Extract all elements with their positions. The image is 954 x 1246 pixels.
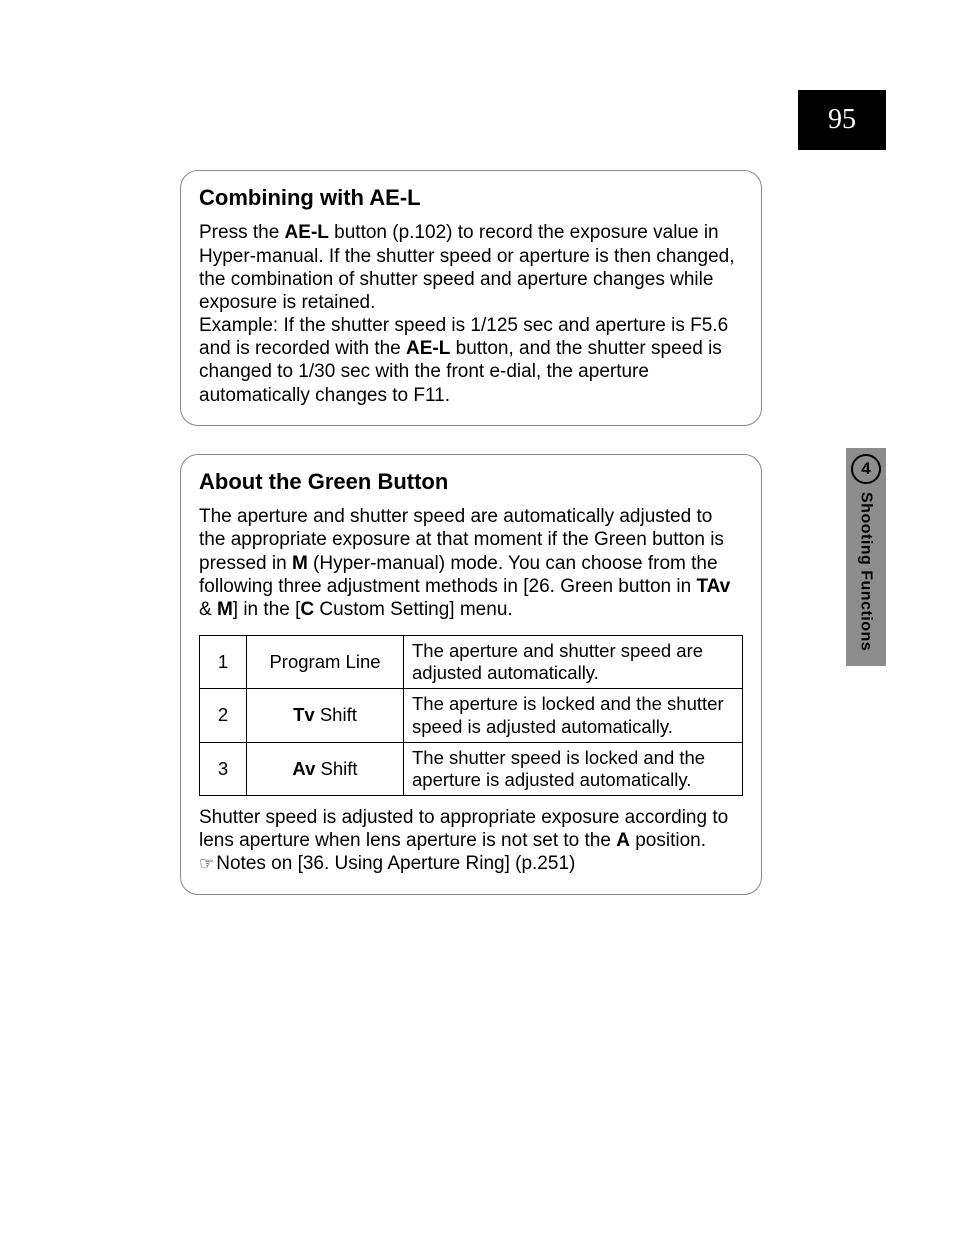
box2-intro-amp: &: [199, 599, 217, 620]
mode-m2-label: M: [217, 599, 233, 620]
box1-p1a: Press the: [199, 222, 285, 243]
box1-heading-prefix: Combining with: [199, 185, 369, 210]
box1-body: Press the AE-L button (p.102) to record …: [199, 221, 743, 406]
row-desc: The aperture is locked and the shutter s…: [404, 689, 743, 742]
mode-tav-label: TAv: [696, 576, 730, 597]
row-num: 3: [200, 742, 247, 795]
box1-heading: Combining with AE-L: [199, 185, 743, 211]
row-num: 2: [200, 689, 247, 742]
table-row: 3 Av Shift The shutter speed is locked a…: [200, 742, 743, 795]
box1-p2b: AE-L: [406, 338, 450, 359]
row-name: Program Line: [247, 636, 404, 689]
row-name: Av Shift: [247, 742, 404, 795]
box2-note-text: Notes on [36. Using Aperture Ring] (p.25…: [216, 853, 575, 874]
box2-intro-c: ] in the [: [233, 599, 301, 620]
page-number: 95: [798, 90, 886, 150]
info-box-ael: Combining with AE-L Press the AE-L butto…: [180, 170, 762, 426]
box2-heading: About the Green Button: [199, 469, 743, 495]
row-desc: The aperture and shutter speed are adjus…: [404, 636, 743, 689]
box2-after-b: position.: [630, 830, 706, 851]
chapter-title: Shooting Functions: [856, 492, 875, 651]
position-a-label: A: [616, 830, 630, 851]
box2-intro: The aperture and shutter speed are autom…: [199, 505, 743, 621]
row-num: 1: [200, 636, 247, 689]
table-row: 1 Program Line The aperture and shutter …: [200, 636, 743, 689]
page-content: Combining with AE-L Press the AE-L butto…: [180, 170, 762, 923]
menu-c-label: C: [300, 599, 314, 620]
row-desc: The shutter speed is locked and the aper…: [404, 742, 743, 795]
table-row: 2 Tv Shift The aperture is locked and th…: [200, 689, 743, 742]
info-box-green-button: About the Green Button The aperture and …: [180, 454, 762, 895]
row-name: Tv Shift: [247, 689, 404, 742]
mode-m-label: M: [292, 553, 308, 574]
box2-intro-d: Custom Setting] menu.: [314, 599, 513, 620]
chapter-tab: 4 Shooting Functions: [846, 448, 886, 666]
box1-p1b: AE-L: [285, 222, 329, 243]
adjustment-methods-table: 1 Program Line The aperture and shutter …: [199, 635, 743, 796]
chapter-number-badge: 4: [851, 454, 881, 484]
box2-after-table: Shutter speed is adjusted to appropriate…: [199, 806, 743, 876]
pointer-icon: ☞: [199, 854, 214, 875]
box1-heading-bold: AE-L: [369, 185, 420, 210]
